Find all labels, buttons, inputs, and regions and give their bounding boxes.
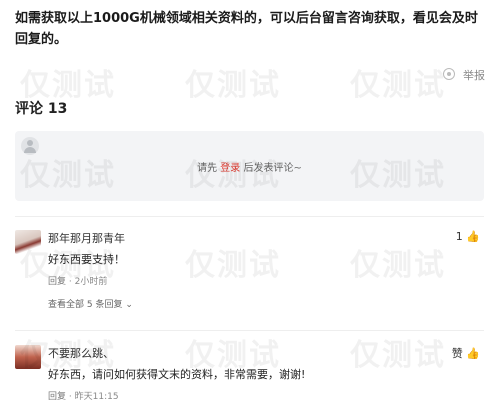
user-avatar-icon (21, 137, 39, 155)
reply-button[interactable]: 回复 (48, 277, 66, 287)
comment-author[interactable]: 不要那么跳、 (48, 345, 114, 361)
comment-time: 2小时前 (74, 277, 108, 287)
comment-body: 好东西要支持！ (48, 253, 125, 266)
article-intro-text: 如需获取以上1000G机械领域相关资料的，可以后台留言咨询获取，看见会及时回复的… (15, 11, 478, 47)
report-link[interactable]: 举报 (463, 67, 485, 83)
like-button[interactable]: 1 👍 (456, 230, 480, 243)
composer-prompt: 请先 登录 后发表评论~ (15, 159, 484, 174)
thumbs-up-icon: 👍 (466, 347, 480, 360)
like-label: 赞 (451, 347, 463, 360)
report-icon[interactable] (443, 68, 455, 80)
comments-title: 评论 13 (15, 101, 68, 117)
divider (15, 216, 484, 217)
view-all-replies-button[interactable]: 查看全部 5 条回复 ⌄ (48, 297, 133, 310)
comment-meta: 回复 · 2小时前 (48, 274, 107, 287)
comment-item: 那年那月那青年 1 👍 好东西要支持！ 回复 · 2小时前 查看全部 5 条回复… (15, 230, 485, 320)
login-link[interactable]: 登录 (220, 163, 240, 174)
comment-body: 好东西，请问如何获得文末的资料，非常需要，谢谢! (48, 368, 306, 381)
reply-button[interactable]: 回复 (48, 392, 66, 402)
composer-suffix: 后发表评论~ (243, 163, 302, 174)
avatar[interactable] (15, 345, 41, 369)
chevron-down-icon: ⌄ (125, 300, 133, 310)
like-count: 1 (455, 230, 463, 243)
comment-item: 不要那么跳、 赞 👍 好东西，请问如何获得文末的资料，非常需要，谢谢! 回复 ·… (15, 345, 485, 415)
comment-meta: 回复 · 昨天11:15 (48, 389, 119, 402)
view-all-replies-label: 查看全部 5 条回复 (48, 300, 123, 310)
article-meta-row: 举报 (0, 66, 499, 86)
comment-composer[interactable]: 请先 登录 后发表评论~ (15, 131, 484, 201)
comment-time: 昨天11:15 (74, 392, 119, 402)
composer-prefix: 请先 (197, 163, 218, 174)
comment-author[interactable]: 那年那月那青年 (48, 230, 125, 246)
thumbs-up-icon: 👍 (466, 230, 480, 243)
like-button[interactable]: 赞 👍 (452, 345, 480, 361)
avatar[interactable] (15, 230, 41, 254)
divider (15, 330, 484, 331)
